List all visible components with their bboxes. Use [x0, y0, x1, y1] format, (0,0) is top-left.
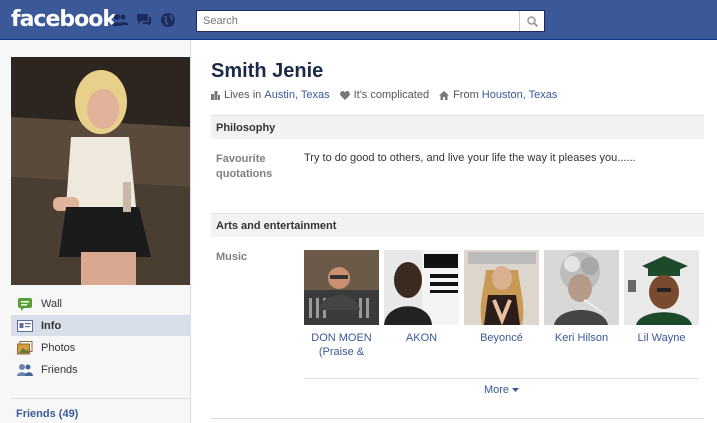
wall-icon [17, 297, 33, 311]
music-artist-item[interactable]: Lil Wayne [624, 250, 699, 359]
profile-photo[interactable] [11, 57, 190, 285]
from-prefix: From [453, 89, 479, 101]
artist-name-line: DON MOEN [311, 332, 372, 344]
sidebar-item-label: Wall [41, 297, 62, 310]
divider [11, 398, 190, 399]
more-label: More [483, 384, 509, 396]
artist-thumbnail[interactable] [544, 250, 619, 325]
main-content: Smith Jenie Lives in Austin, Texas It's … [191, 40, 717, 423]
label-line: quotations [216, 168, 273, 180]
section-philosophy-header: Philosophy [211, 115, 704, 139]
lives-in: Lives in Austin, Texas [211, 89, 330, 101]
jewel-icons [112, 12, 176, 28]
profile-meta: Lives in Austin, Texas It's complicated … [211, 89, 567, 101]
divider [211, 418, 704, 419]
artist-name-line: Keri Hilson [554, 332, 609, 344]
music-artist-item[interactable]: Beyoncé [464, 250, 539, 359]
home-icon [439, 90, 450, 100]
from-place-link[interactable]: Houston, Texas [482, 89, 558, 101]
artist-name[interactable]: DON MOEN (Praise & [304, 331, 379, 359]
artist-name-line: Beyoncé [480, 332, 523, 344]
profile-name: Smith Jenie [211, 60, 324, 82]
artist-thumbnail[interactable] [384, 250, 459, 325]
info-icon [17, 319, 33, 333]
music-artist-item[interactable]: Keri Hilson [544, 250, 619, 359]
music-label: Music [216, 251, 248, 263]
notifications-globe-icon[interactable] [160, 12, 176, 28]
friends-icon [17, 363, 33, 377]
more-music-link[interactable]: More [304, 384, 699, 396]
sidebar-item-friends[interactable]: Friends [11, 359, 190, 380]
artist-name-line: AKON [405, 332, 438, 344]
hometown: From Houston, Texas [439, 89, 557, 101]
artist-name-line: (Praise & [318, 346, 365, 358]
music-list: DON MOEN (Praise & AKON Beyoncé Keri Hil… [304, 250, 699, 359]
artist-name[interactable]: AKON [384, 331, 459, 345]
photos-icon [17, 340, 33, 355]
divider [304, 378, 699, 379]
lives-place-link[interactable]: Austin, Texas [264, 89, 329, 101]
sidebar-item-label: Friends [41, 363, 78, 376]
label-line: Favourite [216, 153, 266, 165]
search-box [196, 10, 545, 32]
sidebar-item-photos[interactable]: Photos [11, 337, 190, 358]
left-column: Wall Info Photos Friends Friends (49) [0, 40, 191, 423]
section-arts-header: Arts and entertainment [211, 213, 704, 237]
relationship-text: It's complicated [353, 89, 430, 101]
artist-thumbnail[interactable] [624, 250, 699, 325]
sidebar-item-info[interactable]: Info [11, 315, 190, 336]
music-artist-item[interactable]: AKON [384, 250, 459, 359]
messages-icon[interactable] [136, 12, 152, 28]
relationship-status: It's complicated [339, 89, 430, 101]
lives-prefix: Lives in [224, 89, 262, 101]
artist-name-line: Lil Wayne [637, 332, 686, 344]
sidebar-item-label: Photos [41, 341, 76, 354]
chevron-down-icon [512, 384, 520, 396]
top-bar: facebook [0, 0, 717, 40]
profile-nav: Wall Info Photos Friends [11, 293, 190, 381]
favourite-quote-text: Try to do good to others, and live your … [304, 152, 636, 164]
sidebar-item-wall[interactable]: Wall [11, 293, 190, 314]
sidebar-item-label: Info [41, 319, 62, 332]
artist-thumbnail[interactable] [464, 250, 539, 325]
friends-count-link[interactable]: Friends (49) [16, 408, 78, 420]
city-icon [211, 90, 220, 100]
music-artist-item[interactable]: DON MOEN (Praise & [304, 250, 379, 359]
facebook-logo[interactable]: facebook [11, 7, 117, 32]
artist-name[interactable]: Lil Wayne [624, 331, 699, 345]
favourite-quotations-label: Favourite quotations [216, 152, 272, 182]
artist-name[interactable]: Beyoncé [464, 331, 539, 345]
artist-thumbnail[interactable] [304, 250, 379, 325]
search-magnifier-icon[interactable] [519, 11, 544, 31]
search-input[interactable] [197, 11, 517, 31]
heart-icon [339, 90, 350, 100]
friend-requests-icon[interactable] [112, 12, 128, 28]
artist-name[interactable]: Keri Hilson [544, 331, 619, 345]
